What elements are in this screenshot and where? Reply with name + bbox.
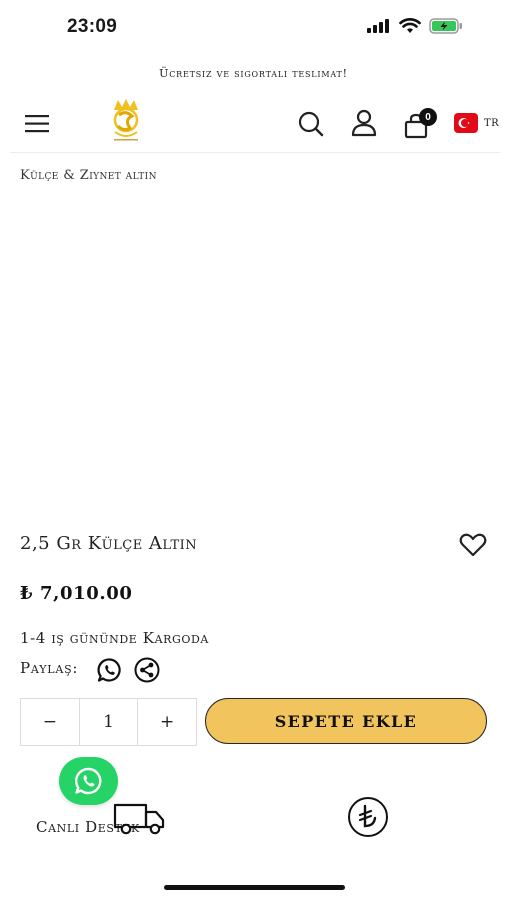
share-button[interactable] xyxy=(134,657,160,683)
product-image[interactable] xyxy=(10,195,497,505)
announcement-bar: Ücretsiz ve sigortalı teslimat! xyxy=(159,67,348,80)
whatsapp-icon xyxy=(74,767,101,795)
heart-icon xyxy=(459,533,487,557)
signal-icon xyxy=(367,19,389,33)
truck-icon xyxy=(113,803,165,835)
wifi-icon xyxy=(399,18,421,33)
whatsapp-chat-button[interactable] xyxy=(59,757,118,805)
account-button[interactable] xyxy=(351,109,377,137)
add-to-cart-button[interactable]: SEPETE EKLE xyxy=(205,698,487,744)
cart-count-badge: 0 xyxy=(419,108,437,126)
breadcrumb[interactable]: Külçe & Ziynet altın xyxy=(20,168,157,183)
crown-logo-icon xyxy=(113,99,139,141)
quantity-stepper: − 1 + xyxy=(20,698,197,746)
product-title: 2,5 Gr Külçe Altın xyxy=(20,533,198,554)
language-code: TR xyxy=(484,117,500,129)
share-whatsapp-button[interactable] xyxy=(97,657,123,683)
quantity-value[interactable]: 1 xyxy=(78,699,138,745)
battery-icon xyxy=(429,18,462,34)
quantity-increment-button[interactable]: + xyxy=(137,699,196,745)
home-indicator[interactable] xyxy=(164,885,345,890)
quantity-decrement-button[interactable]: − xyxy=(21,699,79,745)
status-time: 23:09 xyxy=(67,16,118,37)
language-selector[interactable]: TR xyxy=(454,112,499,134)
turkey-flag-icon xyxy=(454,113,478,133)
brand-logo[interactable] xyxy=(106,98,146,144)
share-icon xyxy=(134,657,160,683)
status-icons xyxy=(367,18,463,34)
menu-button[interactable] xyxy=(24,114,52,134)
search-button[interactable] xyxy=(297,110,325,138)
shipping-truck-button[interactable] xyxy=(112,800,168,838)
header-divider xyxy=(10,152,500,153)
product-price: ₺ 7,010.00 xyxy=(20,583,133,604)
price-currency-button[interactable] xyxy=(347,796,389,838)
shipping-info: 1-4 iş gününde Kargoda xyxy=(20,629,209,647)
search-icon xyxy=(298,111,324,137)
whatsapp-icon xyxy=(97,658,121,682)
account-icon xyxy=(351,109,377,137)
cart-button[interactable]: 0 xyxy=(403,108,437,139)
lira-icon xyxy=(348,797,388,837)
wishlist-button[interactable] xyxy=(459,533,487,557)
share-label: Paylaş: xyxy=(20,659,79,677)
menu-icon xyxy=(25,115,49,133)
